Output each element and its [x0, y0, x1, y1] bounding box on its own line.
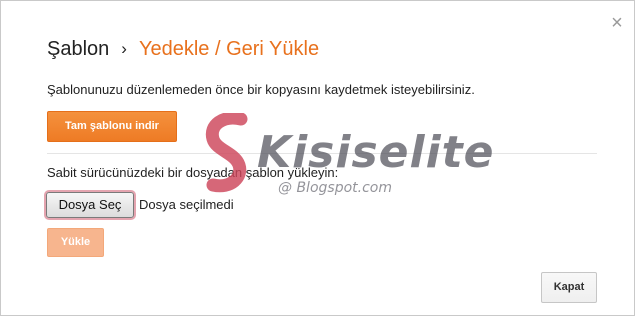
watermark: Kisiselite @ Blogspot.com — [201, 113, 494, 213]
upload-button[interactable]: Yükle — [47, 228, 104, 257]
file-status-text: Dosya seçilmedi — [139, 197, 234, 212]
download-template-button[interactable]: Tam şablonu indir — [47, 111, 177, 142]
watermark-subtext: @ Blogspot.com — [278, 180, 392, 196]
section-divider — [47, 153, 597, 154]
breadcrumb-separator: › — [121, 39, 127, 58]
breadcrumb-template: Şablon — [47, 38, 110, 60]
choose-file-button[interactable]: Dosya Seç — [46, 192, 134, 218]
close-icon[interactable]: × — [607, 13, 627, 33]
template-backup-dialog: × Şablon › Yedekle / Geri Yükle Şablonunuz… — [0, 0, 635, 316]
watermark-logo-icon — [205, 113, 248, 193]
breadcrumb-current: Yedekle / Geri Yükle — [138, 38, 320, 60]
dialog-title: Şablon › Yedekle / Geri Yükle — [47, 36, 319, 63]
close-button[interactable]: Kapat — [541, 272, 597, 303]
backup-intro-text: Şablonunuzu düzenlemeden önce bir kopyas… — [47, 82, 475, 97]
restore-file-label: Sabit sürücünüzdeki bir dosyadan şablon … — [47, 165, 339, 180]
